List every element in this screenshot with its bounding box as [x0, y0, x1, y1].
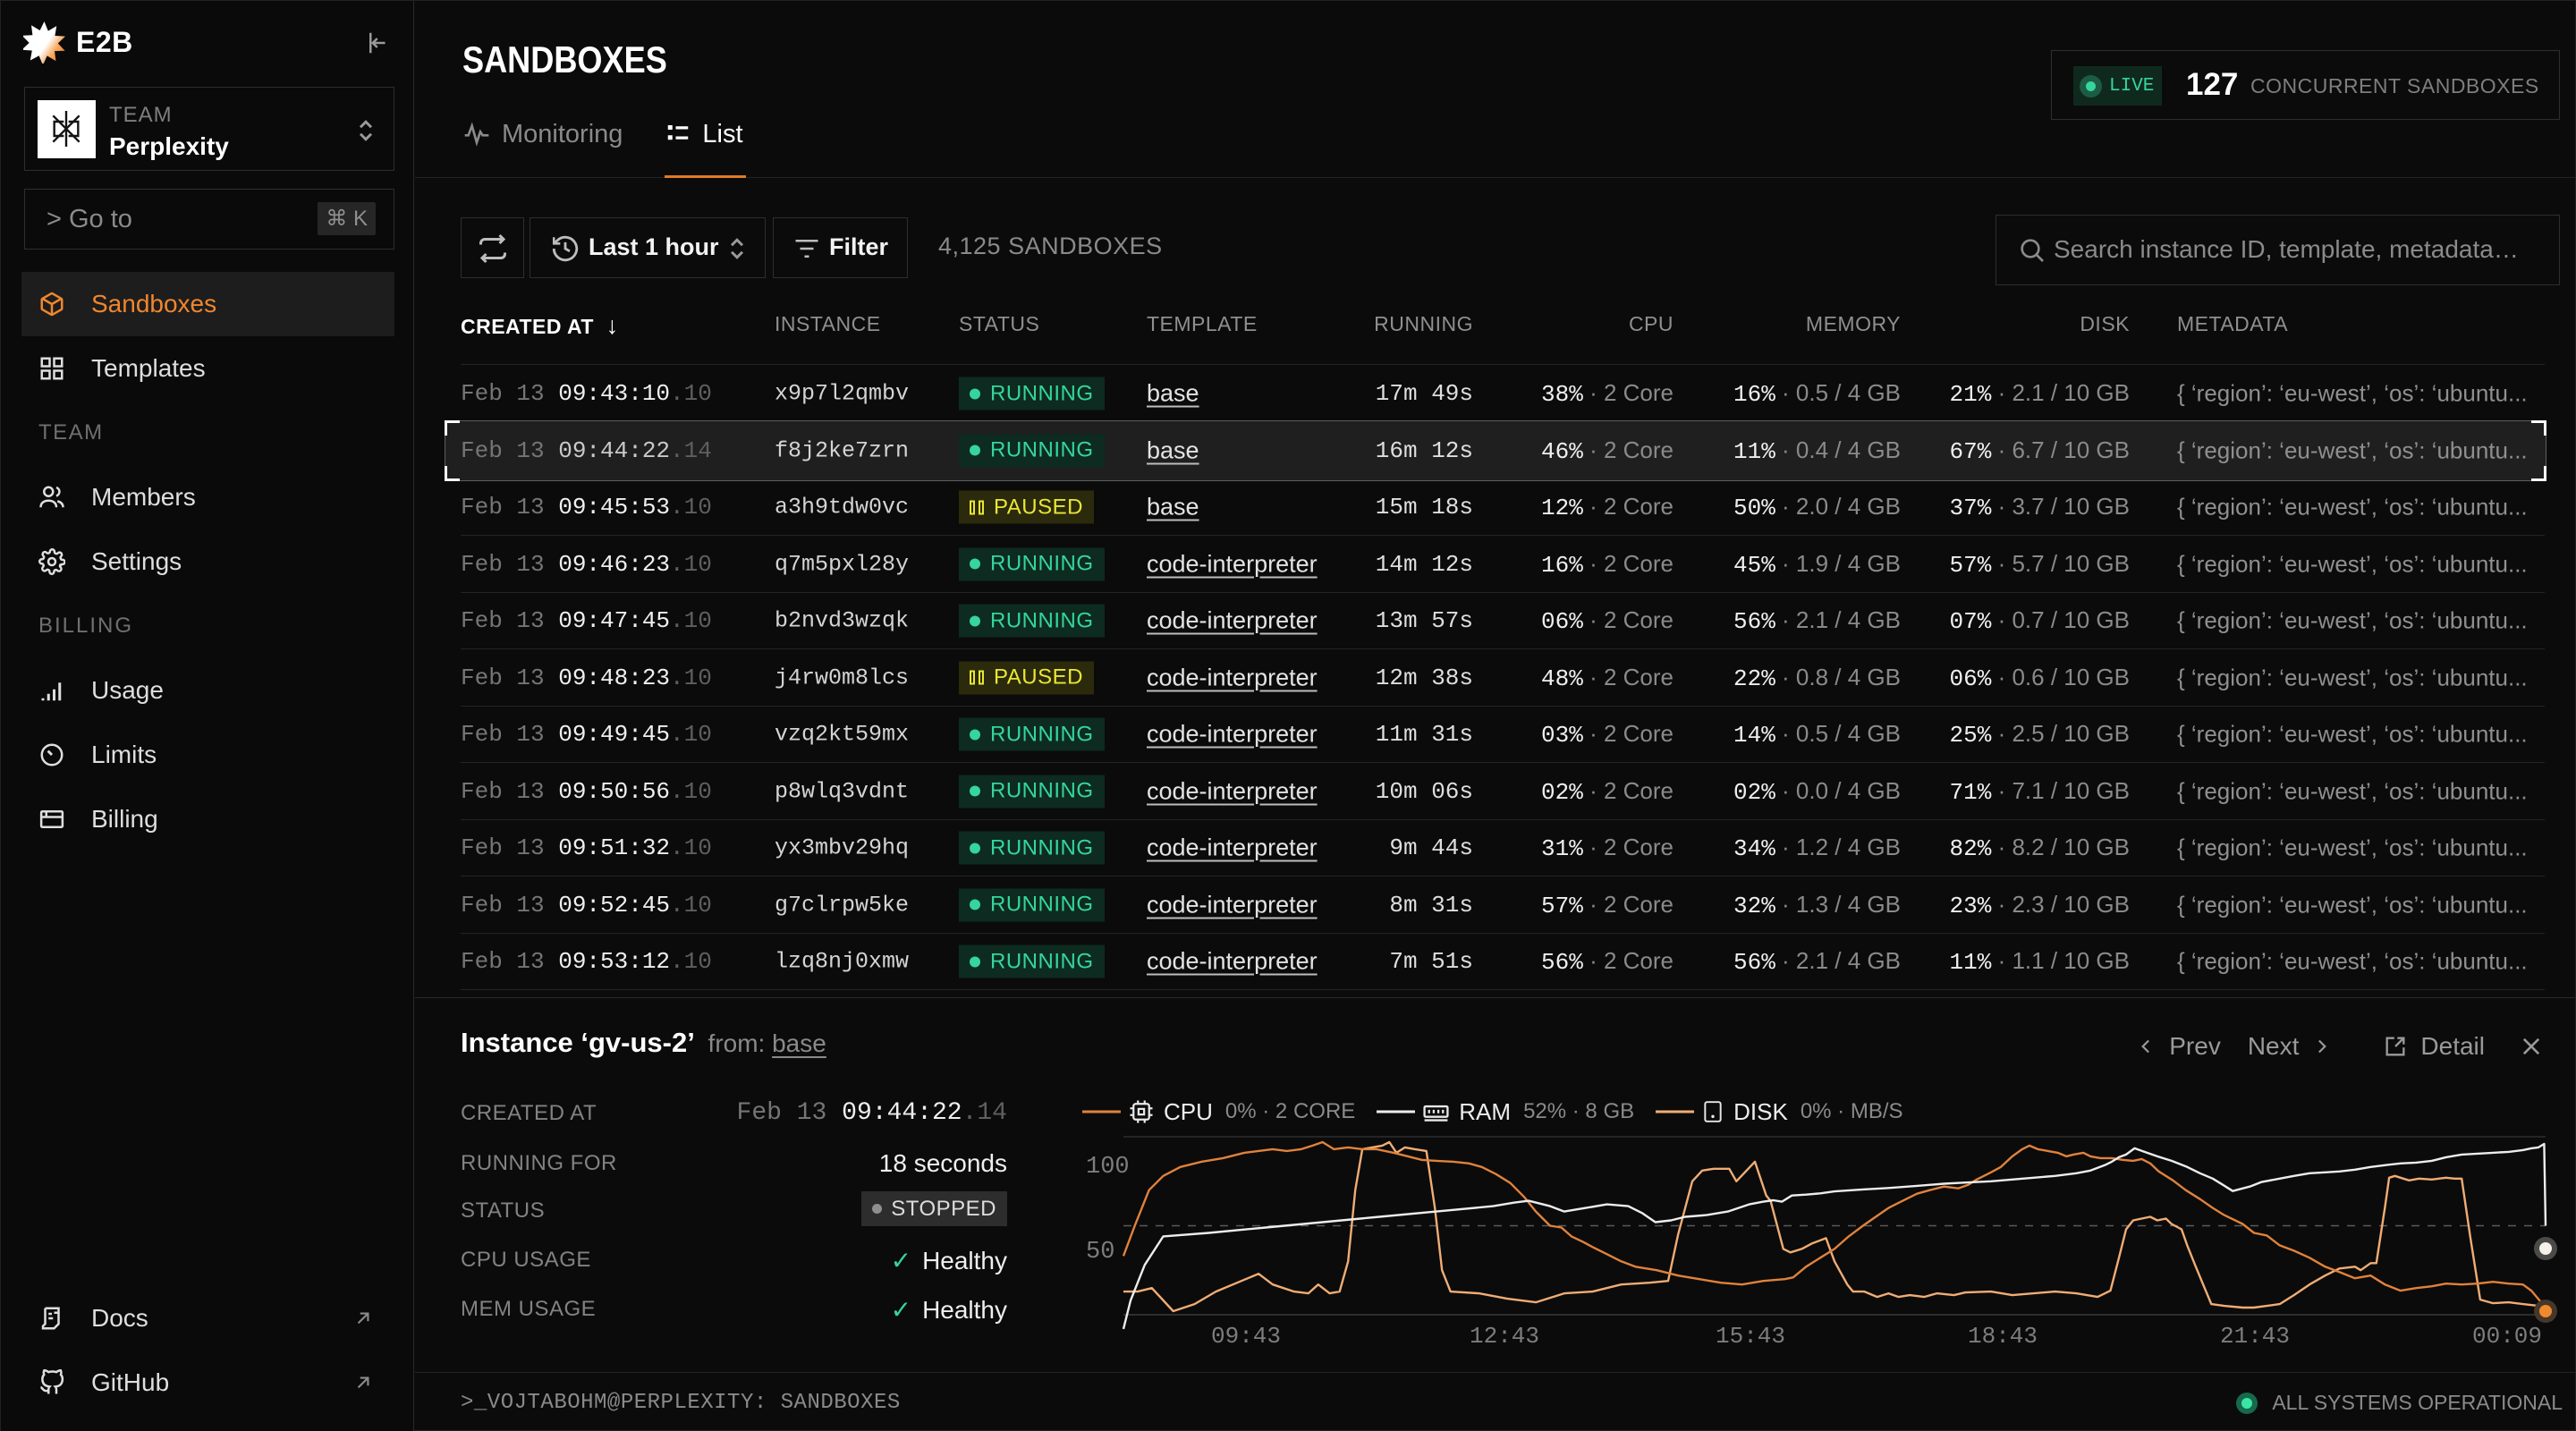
- svg-text:09:43: 09:43: [1211, 1323, 1281, 1350]
- svg-text:18:43: 18:43: [1968, 1323, 2038, 1350]
- svg-text:12:43: 12:43: [1470, 1323, 1539, 1350]
- svg-text:100: 100: [1086, 1154, 1130, 1181]
- svg-text:00:09: 00:09: [2472, 1323, 2542, 1350]
- svg-text:50: 50: [1086, 1239, 1114, 1266]
- svg-text:21:43: 21:43: [2220, 1323, 2290, 1350]
- svg-text:15:43: 15:43: [1716, 1323, 1785, 1350]
